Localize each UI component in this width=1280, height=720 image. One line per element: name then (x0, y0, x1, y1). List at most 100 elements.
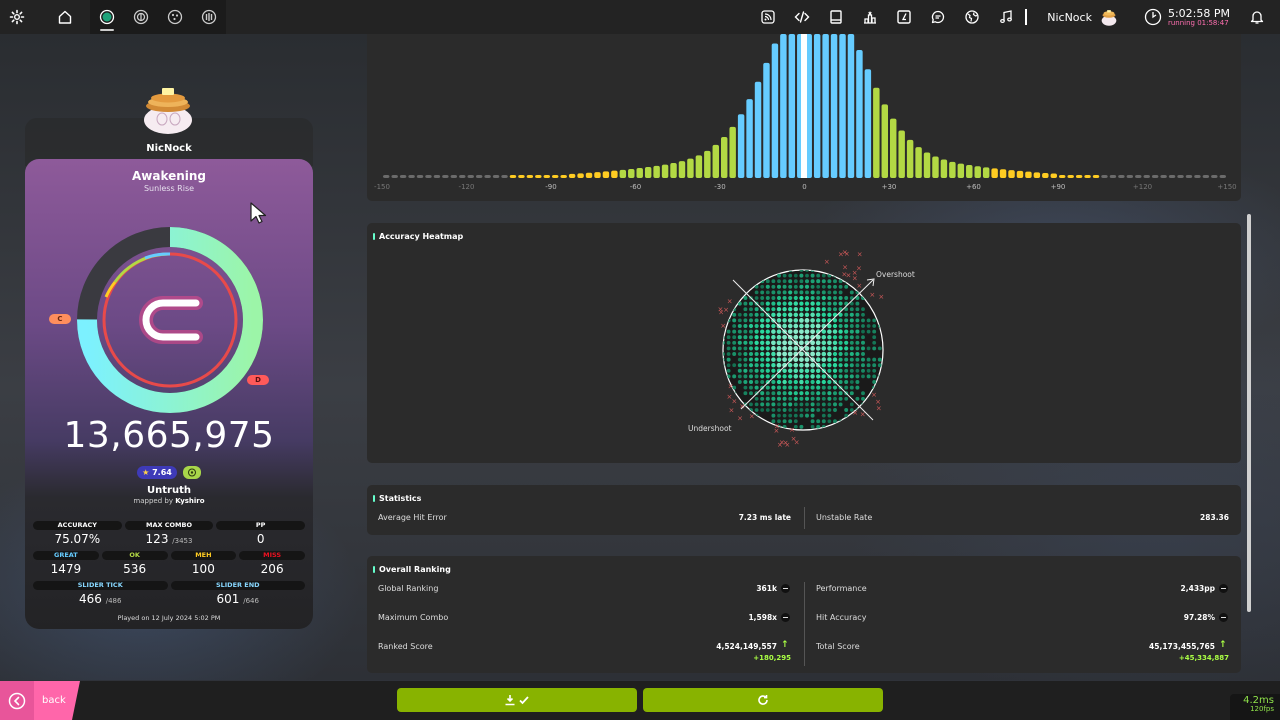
heatmap-dot (849, 324, 854, 328)
heatmap-dot (748, 374, 754, 379)
heatmap-dot (793, 357, 799, 362)
heatmap-dot (855, 340, 860, 345)
heatmap-dot (816, 419, 821, 424)
heatmap-dot (861, 307, 865, 312)
histogram-bar (526, 175, 534, 178)
histogram-bar (543, 175, 550, 178)
heatmap-dot (810, 318, 815, 323)
code-icon (794, 11, 810, 23)
news-button[interactable] (751, 0, 785, 34)
heatmap-dot (737, 335, 742, 340)
heatmap-dot (861, 396, 865, 401)
stat-label: PP (216, 521, 306, 530)
scrollbar[interactable] (1247, 214, 1251, 612)
heatmap-dot (838, 301, 843, 306)
heatmap-dot (810, 413, 815, 418)
heatmap-dot (861, 419, 865, 424)
heatmap-dot (793, 334, 799, 340)
histogram-bar (712, 144, 719, 178)
now-playing-button[interactable] (989, 0, 1023, 34)
histogram-bar (721, 136, 728, 178)
heatmap-dot (849, 307, 854, 312)
heatmap-dot (782, 279, 787, 284)
heatmap-dot (765, 351, 770, 357)
changelog-button[interactable] (785, 0, 819, 34)
heatmap-dot (771, 346, 776, 351)
heatmap-dot (765, 357, 770, 362)
heatmap-dot (765, 296, 770, 300)
stat-label: MAX COMBO (124, 521, 214, 530)
chat-button[interactable] (921, 0, 955, 34)
ruleset-osu-button[interactable] (90, 0, 124, 34)
heatmap-dot (765, 368, 770, 373)
histogram-bar (678, 161, 686, 178)
heatmap-dot (788, 273, 793, 278)
beatmap-listing-icon (897, 10, 911, 24)
heatmap-dot (827, 413, 832, 418)
heatmap-dot (760, 408, 765, 412)
stat-value: 75.07% (54, 532, 101, 546)
heatmap-dot (732, 324, 737, 328)
home-button[interactable] (48, 0, 82, 34)
heatmap-dot (844, 318, 849, 323)
user-profile-button[interactable]: NicNock (1033, 0, 1134, 34)
heatmap-dot (723, 296, 725, 300)
heatmap-dot (866, 346, 871, 351)
mod-icon[interactable] (183, 466, 201, 479)
heatmap-dot (821, 301, 826, 306)
settings-button[interactable] (0, 0, 34, 34)
heatmap-dot (855, 346, 860, 351)
miss-marker: × (789, 426, 795, 434)
rankings-icon (864, 11, 877, 24)
heatmap-dot (832, 374, 838, 379)
back-button-icon-area[interactable] (0, 681, 34, 720)
heatmap-dot (754, 340, 759, 345)
heatmap-dot (844, 396, 849, 401)
heatmap-dot (799, 391, 804, 396)
heatmap-dot (732, 290, 737, 295)
toolbar-separator (1025, 9, 1028, 25)
heatmap-dot (737, 380, 742, 384)
retry-button[interactable] (643, 688, 883, 712)
heatmap-dot (821, 279, 826, 284)
heatmap-dot (810, 307, 815, 312)
clock[interactable]: 5:02:58 PM running 01:58:47 (1134, 0, 1240, 34)
heatmap-dot (861, 335, 865, 340)
miss-marker: × (731, 397, 737, 405)
heatmap-dot (793, 290, 798, 295)
heatmap-dot (832, 301, 838, 306)
miss-marker: × (824, 258, 830, 266)
heatmap-dot (787, 346, 793, 351)
stat-label: MEH (170, 551, 237, 560)
heatmap-dot (821, 357, 827, 362)
heatmap-dot (737, 340, 742, 345)
download-replay-button[interactable] (397, 688, 637, 712)
notifications-button[interactable] (1240, 0, 1274, 34)
heatmap-dot (760, 357, 765, 362)
heatmap-dot (838, 363, 843, 368)
beatmap-listing-button[interactable] (887, 0, 921, 34)
ruleset-taiko-button[interactable] (124, 0, 158, 34)
dashboard-button[interactable] (955, 0, 989, 34)
heatmap-dot (849, 346, 854, 351)
heatmap-dot (810, 273, 815, 278)
histogram-bar (949, 161, 956, 178)
histogram-bar (873, 87, 880, 178)
heatmap-dot (754, 329, 759, 334)
heatmap-dot (810, 284, 815, 289)
performance-label: Performance (816, 584, 867, 593)
heatmap-dot (855, 324, 860, 328)
heatmap-dot (782, 284, 787, 289)
heatmap-dot (810, 391, 815, 396)
ruleset-mania-button[interactable] (192, 0, 226, 34)
heatmap-dot (821, 351, 827, 357)
wiki-button[interactable] (819, 0, 853, 34)
heatmap-dot (827, 270, 832, 272)
miss-marker: × (852, 269, 858, 277)
unstable-rate-value: 283.36 (1200, 513, 1229, 522)
ruleset-catch-button[interactable] (158, 0, 192, 34)
star-rating-badge: ★ 7.64 (137, 466, 177, 479)
histogram-bar (484, 175, 491, 178)
heatmap-dot (838, 295, 843, 301)
rankings-button[interactable] (853, 0, 887, 34)
